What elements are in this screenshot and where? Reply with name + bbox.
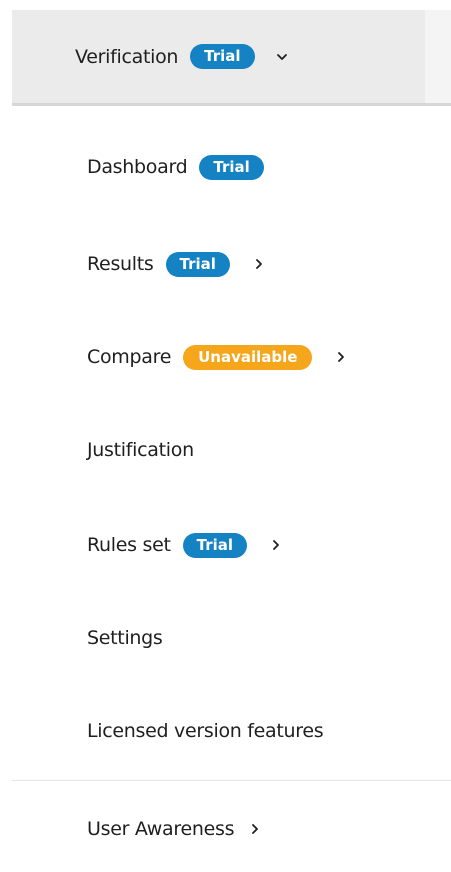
header-divider [12, 103, 451, 106]
menu-item-label: Results [87, 253, 154, 275]
unavailable-badge: Unavailable [183, 344, 313, 370]
menu-item-label: Justification [87, 439, 194, 461]
chevron-down-icon[interactable] [275, 50, 289, 64]
menu-item-label: Settings [87, 627, 163, 649]
trial-badge: Trial [182, 532, 248, 558]
chevron-right-icon [334, 350, 348, 364]
navigation-menu: Verification Trial Dashboard Trial Resul… [0, 0, 451, 872]
trial-badge: Trial [190, 44, 255, 69]
chevron-right-icon [248, 822, 262, 836]
menu-item-label: Licensed version features [87, 720, 324, 742]
menu-item-compare[interactable]: Compare Unavailable [87, 342, 348, 372]
menu-item-dashboard[interactable]: Dashboard Trial [87, 152, 264, 182]
menu-item-label: Rules set [87, 534, 171, 556]
chevron-right-icon [252, 257, 266, 271]
menu-item-justification[interactable]: Justification [87, 435, 194, 465]
menu-item-label: Dashboard [87, 156, 188, 178]
section-divider [12, 780, 451, 781]
verification-label: Verification [75, 45, 179, 68]
menu-item-results[interactable]: Results Trial [87, 249, 266, 279]
menu-item-licensed-version-features[interactable]: Licensed version features [87, 716, 324, 746]
menu-item-user-awareness[interactable]: User Awareness [87, 814, 262, 844]
menu-item-label: Compare [87, 346, 172, 368]
trial-badge: Trial [165, 251, 230, 277]
trial-badge: Trial [199, 154, 264, 180]
menu-item-rules-set[interactable]: Rules set Trial [87, 530, 283, 560]
header-edge [425, 10, 451, 103]
menu-item-settings[interactable]: Settings [87, 623, 163, 653]
verification-menu-header[interactable]: Verification Trial [12, 10, 451, 103]
chevron-right-icon [269, 538, 283, 552]
menu-item-label: User Awareness [87, 818, 235, 840]
